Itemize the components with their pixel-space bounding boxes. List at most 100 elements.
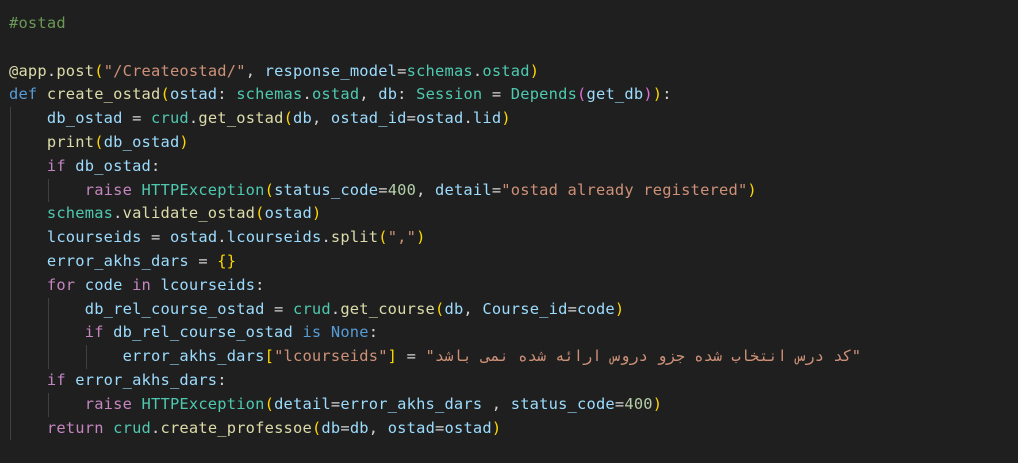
arg: code bbox=[577, 299, 615, 318]
object: ostad bbox=[169, 228, 218, 247]
arg: db bbox=[293, 109, 312, 128]
module-name: crud bbox=[113, 418, 152, 437]
attribute: lid bbox=[472, 109, 502, 128]
kwarg-name: Course_id bbox=[482, 299, 568, 318]
module-name: crud bbox=[293, 299, 331, 318]
arg: get_db bbox=[586, 85, 644, 104]
string: "," bbox=[387, 228, 417, 247]
module-name: schemas bbox=[406, 61, 473, 80]
variable: db_ostad bbox=[75, 156, 152, 175]
code-line-4: def create_ostad(ostad: schemas.ostad, d… bbox=[9, 85, 672, 104]
indent-guide bbox=[10, 202, 11, 227]
raise-keyword: raise bbox=[84, 180, 133, 199]
comment: #ostad bbox=[9, 14, 66, 32]
arg: ostad bbox=[416, 109, 464, 128]
function-call: print bbox=[46, 132, 95, 151]
indent-guide bbox=[10, 297, 11, 322]
indent-guide bbox=[10, 249, 11, 274]
raise-keyword: raise bbox=[84, 394, 133, 413]
param: ostad bbox=[169, 85, 218, 104]
code-line-3: @app.post("/Createostad/", response_mode… bbox=[9, 61, 540, 80]
if-keyword: if bbox=[84, 323, 104, 342]
exception-class: HTTPException bbox=[141, 180, 265, 199]
if-keyword: if bbox=[46, 156, 66, 175]
type-module: schemas bbox=[236, 85, 303, 104]
function-call: split bbox=[330, 228, 379, 247]
type-class: Session bbox=[416, 85, 483, 104]
indent-guide bbox=[48, 392, 49, 417]
route-string: "/Createostad/" bbox=[103, 61, 246, 80]
function-call: validate_ostad bbox=[122, 204, 256, 223]
class-name: ostad bbox=[482, 61, 530, 80]
code-line-14: if db_rel_course_ostad is None: bbox=[9, 321, 861, 346]
attribute: lcourseids bbox=[226, 228, 322, 247]
variable: lcourseids bbox=[46, 228, 142, 247]
code-line-13: db_rel_course_ostad = crud.get_course(db… bbox=[9, 297, 861, 322]
indent-guide bbox=[10, 416, 11, 441]
variable: db_rel_course_ostad bbox=[113, 323, 293, 342]
for-keyword: for bbox=[46, 275, 76, 294]
iterable: lcourseids bbox=[160, 275, 256, 294]
kwarg-name: ostad_id bbox=[330, 109, 407, 128]
return-keyword: return bbox=[46, 418, 104, 437]
variable: db_rel_course_ostad bbox=[84, 299, 265, 318]
code-line-5: db_ostad = crud.get_ostad(db, ostad_id=o… bbox=[9, 107, 861, 131]
string: "ostad already registered" bbox=[501, 180, 748, 199]
number: 400 bbox=[387, 180, 417, 199]
code-line-17: raise HTTPException(detail=error_akhs_da… bbox=[9, 392, 861, 417]
arg: db bbox=[349, 418, 369, 437]
function-call: create_professoe bbox=[160, 418, 312, 437]
indent-guide bbox=[10, 130, 11, 155]
code-editor[interactable]: #ostad @app.post("/Createostad/", respon… bbox=[0, 0, 1018, 463]
code-line-16: if error_akhs_dars: bbox=[9, 368, 861, 393]
code-line-18: return crud.create_professoe(db=db, osta… bbox=[9, 416, 861, 441]
arg: db_ostad bbox=[103, 132, 180, 151]
type-class: ostad bbox=[311, 85, 360, 104]
decorator-method: post bbox=[56, 61, 95, 80]
arg: ostad bbox=[444, 418, 492, 437]
indent-guide bbox=[10, 273, 11, 298]
arg: error_akhs_dars bbox=[340, 394, 483, 413]
variable: error_akhs_dars bbox=[75, 370, 218, 389]
function-call: get_ostad bbox=[198, 109, 284, 128]
code-line-7: if db_ostad: bbox=[9, 154, 861, 179]
param: db bbox=[378, 85, 398, 104]
indent-guide bbox=[10, 392, 11, 417]
persian-error-string: "کد درس انتخاب شده جزو دروس ارائه شده نم… bbox=[425, 347, 862, 366]
dict-literal: {} bbox=[217, 251, 237, 270]
function-name: create_ostad bbox=[46, 85, 161, 104]
code-area[interactable]: #ostad @app.post("/Createostad/", respon… bbox=[9, 12, 861, 441]
kwarg-name: detail bbox=[274, 394, 331, 413]
indent-guide bbox=[10, 345, 11, 369]
kwarg-name: status_code bbox=[510, 394, 615, 413]
indent-guide bbox=[10, 321, 11, 346]
is-keyword: is bbox=[302, 323, 322, 342]
indent-guide bbox=[10, 178, 11, 203]
code-line-11: error_akhs_dars = {} bbox=[9, 249, 861, 274]
indent-guide bbox=[48, 297, 49, 322]
number: 400 bbox=[624, 394, 653, 413]
kwarg-name: response_model bbox=[264, 61, 398, 80]
def-keyword: def bbox=[9, 85, 38, 104]
module-name: crud bbox=[151, 109, 189, 128]
kwarg-name: ostad bbox=[387, 418, 436, 437]
code-line-8: raise HTTPException(status_code=400, det… bbox=[9, 178, 861, 203]
in-keyword: in bbox=[132, 275, 152, 294]
indent-guide bbox=[10, 154, 11, 179]
indent-guide bbox=[48, 178, 49, 203]
code-line-10: lcourseids = ostad.lcourseids.split(",") bbox=[9, 226, 861, 250]
indent-guide bbox=[48, 321, 49, 346]
string: "lcourseids" bbox=[274, 347, 388, 366]
call-class: Depends bbox=[510, 85, 578, 104]
module-name: schemas bbox=[46, 204, 114, 223]
kwarg-name: db bbox=[321, 418, 341, 437]
arg: db bbox=[444, 299, 464, 318]
indent-guide bbox=[10, 107, 11, 131]
loop-variable: code bbox=[84, 275, 123, 294]
variable: error_akhs_dars bbox=[46, 251, 189, 270]
if-keyword: if bbox=[46, 370, 66, 389]
code-line-9: schemas.validate_ostad(ostad) bbox=[9, 202, 861, 227]
code-line-15: error_akhs_dars["lcourseids"] = "کد درس … bbox=[9, 345, 861, 369]
code-line-12: for code in lcourseids: bbox=[9, 273, 861, 298]
